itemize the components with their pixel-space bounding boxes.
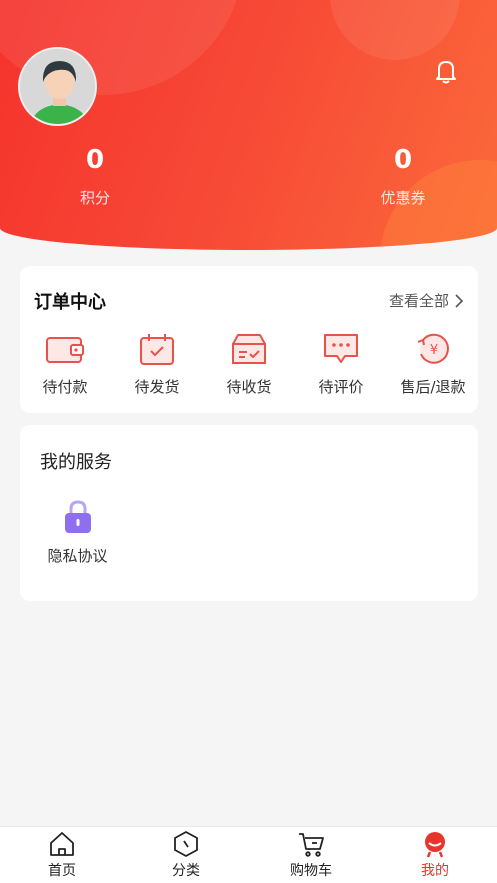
tab-home[interactable]: 首页 <box>17 830 107 880</box>
profile-header: 0 积分 0 优惠券 <box>0 0 497 250</box>
order-pending-shipment[interactable]: 待发货 <box>112 332 202 397</box>
order-pending-receipt[interactable]: 待收货 <box>204 332 294 397</box>
calendar-check-icon <box>140 334 174 365</box>
cart-icon <box>299 833 324 857</box>
bottom-tab-bar: 首页 分类 购物车 我的 <box>0 826 497 883</box>
tab-label: 购物车 <box>290 863 332 879</box>
points-label: 积分 <box>79 189 110 207</box>
order-center-title: 订单中心 <box>34 292 106 313</box>
compass-icon <box>174 831 198 857</box>
order-item-label: 待评价 <box>318 378 364 396</box>
services-title: 我的服务 <box>40 452 112 473</box>
my-services-card: 我的服务 隐私协议 <box>20 425 478 601</box>
service-item-label: 隐私协议 <box>47 547 108 565</box>
tab-label: 分类 <box>172 863 200 879</box>
order-status-row: 待付款 待发货 待收货 待评价 ¥ 售后/退款 <box>20 332 478 402</box>
profile-icon <box>425 832 445 858</box>
box-check-icon <box>232 334 266 364</box>
points-value: 0 <box>85 145 105 175</box>
svg-text:¥: ¥ <box>430 343 438 358</box>
chevron-right-icon <box>455 293 464 308</box>
order-item-label: 待收货 <box>226 378 272 396</box>
order-item-label: 待发货 <box>134 378 180 396</box>
order-after-sales[interactable]: ¥ 售后/退款 <box>388 332 478 397</box>
order-center-card: 订单中心 查看全部 待付款 待发货 待收货 待评价 ¥ 售后/退款 <box>20 266 478 413</box>
bell-icon[interactable] <box>430 55 462 87</box>
privacy-policy-item[interactable]: 隐私协议 <box>40 499 115 566</box>
home-icon <box>50 832 74 856</box>
tab-cart[interactable]: 购物车 <box>266 830 356 880</box>
coupons-stat[interactable]: 0 优惠券 <box>343 143 463 208</box>
tab-category[interactable]: 分类 <box>141 830 231 880</box>
coupons-label: 优惠券 <box>380 189 426 207</box>
tab-label: 首页 <box>48 863 76 879</box>
order-item-label: 售后/退款 <box>400 378 466 396</box>
view-all-orders-link[interactable]: 查看全部 <box>389 290 464 311</box>
wallet-icon <box>46 337 84 363</box>
avatar[interactable] <box>18 47 97 126</box>
tab-profile[interactable]: 我的 <box>390 830 480 880</box>
refund-yen-icon: ¥ <box>417 333 449 364</box>
points-stat[interactable]: 0 积分 <box>35 143 155 208</box>
view-all-label: 查看全部 <box>388 292 449 310</box>
tab-label: 我的 <box>421 863 449 879</box>
order-pending-payment[interactable]: 待付款 <box>20 332 110 397</box>
chat-bubble-icon <box>324 334 358 363</box>
header-decoration <box>330 0 460 60</box>
order-item-label: 待付款 <box>42 378 88 396</box>
order-pending-review[interactable]: 待评价 <box>296 332 386 397</box>
coupons-value: 0 <box>393 145 413 175</box>
lock-icon <box>64 500 91 533</box>
